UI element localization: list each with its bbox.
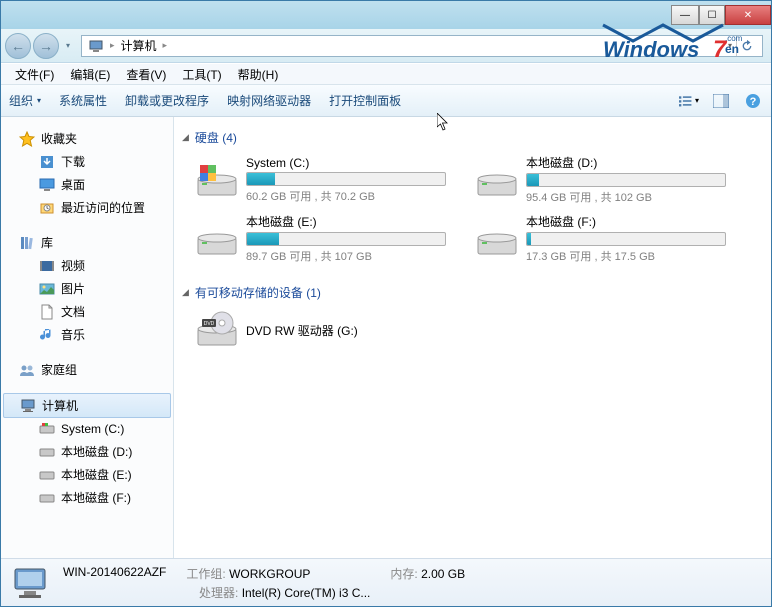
section-removable[interactable]: ◢ 有可移动存储的设备 (1) [182,278,763,307]
toolbar-map-drive[interactable]: 映射网络驱动器 [227,92,311,109]
refresh-button[interactable] [736,36,756,56]
drive-name: DVD RW 驱动器 (G:) [246,322,440,339]
drive-usage-bar [526,232,726,246]
navbar: ← → ▾ ▸ 计算机 ▸ ▾ Windows 7 en .com [1,29,771,63]
hdd-large-icon [196,159,238,201]
hdd-icon [39,421,55,437]
nav-history-dropdown[interactable]: ▾ [61,41,75,50]
toolbar-organize[interactable]: 组织▾ [9,92,41,109]
address-dropdown-icon[interactable]: ▾ [728,41,732,50]
drive-usage-bar [246,232,446,246]
statusbar: WIN-20140622AZF 工作组: WORKGROUP 内存: 2.00 … [1,558,771,606]
toolbar-system-properties[interactable]: 系统属性 [59,92,107,109]
computer-icon [20,398,36,414]
document-icon [39,304,55,320]
sidebar-item-desktop[interactable]: 桌面 [1,173,173,196]
desktop-icon [39,177,55,193]
maximize-button[interactable]: ☐ [699,5,725,25]
close-button[interactable]: ✕ [725,5,771,25]
drive-name: 本地磁盘 (F:) [526,213,726,230]
drive-free-text: 60.2 GB 可用 , 共 70.2 GB [246,188,446,204]
sidebar-item-videos[interactable]: 视频 [1,254,173,277]
sidebar: 收藏夹 下载 桌面 最近访问的位置 库 [1,117,174,558]
drive-item[interactable]: System (C:) 60.2 GB 可用 , 共 70.2 GB [194,152,442,207]
hdd-large-icon [196,218,238,260]
hdd-icon [39,444,55,460]
hdd-icon [39,490,55,506]
sidebar-item-documents[interactable]: 文档 [1,300,173,323]
sidebar-item-drive-c[interactable]: System (C:) [1,418,173,440]
drive-free-text: 89.7 GB 可用 , 共 107 GB [246,248,446,264]
video-icon [39,258,55,274]
sidebar-item-drive-f[interactable]: 本地磁盘 (F:) [1,486,173,509]
menu-help[interactable]: 帮助(H) [232,64,285,85]
library-icon [19,235,35,251]
address-separator: ▸ [161,40,170,51]
recent-icon [39,200,55,216]
sidebar-item-pictures[interactable]: 图片 [1,277,173,300]
address-separator: ▸ [108,40,117,51]
svg-text:?: ? [750,96,757,108]
section-hard-disks[interactable]: ◢ 硬盘 (4) [182,123,763,152]
toolbar-control-panel[interactable]: 打开控制面板 [329,92,401,109]
sidebar-libraries[interactable]: 库 [1,231,173,254]
hdd-icon [39,467,55,483]
back-button[interactable]: ← [5,33,31,59]
sidebar-item-drive-d[interactable]: 本地磁盘 (D:) [1,440,173,463]
drive-item[interactable]: 本地磁盘 (E:) 89.7 GB 可用 , 共 107 GB [194,211,442,266]
status-computer-name: WIN-20140622AZF [63,565,166,582]
drive-name: 本地磁盘 (D:) [526,154,726,171]
main-content: ◢ 硬盘 (4) System (C:) 60.2 GB 可用 , 共 70.2… [174,117,771,558]
minimize-button[interactable]: — [671,5,699,25]
sidebar-item-drive-e[interactable]: 本地磁盘 (E:) [1,463,173,486]
titlebar: — ☐ ✕ [1,1,771,29]
address-computer-icon [84,38,108,54]
hdd-large-icon [476,159,518,201]
address-segment-computer[interactable]: 计算机 [117,37,161,54]
hdd-large-icon [476,218,518,260]
sidebar-homegroup[interactable]: 家庭组 [1,358,173,381]
drive-item[interactable]: DVD DVD RW 驱动器 (G:) [194,307,442,353]
toolbar-uninstall[interactable]: 卸载或更改程序 [125,92,209,109]
star-icon [19,131,35,147]
drive-item[interactable]: 本地磁盘 (D:) 95.4 GB 可用 , 共 102 GB [474,152,722,207]
drive-usage-bar [246,172,446,186]
menu-view[interactable]: 查看(V) [120,64,172,85]
toolbar: 组织▾ 系统属性 卸载或更改程序 映射网络驱动器 打开控制面板 ▾ ? [1,85,771,117]
drive-name: 本地磁盘 (E:) [246,213,446,230]
picture-icon [39,281,55,297]
drive-usage-bar [526,173,726,187]
drive-free-text: 17.3 GB 可用 , 共 17.5 GB [526,248,726,264]
menu-edit[interactable]: 编辑(E) [64,64,116,85]
sidebar-item-music[interactable]: 音乐 [1,323,173,346]
sidebar-item-recent[interactable]: 最近访问的位置 [1,196,173,219]
preview-pane-button[interactable] [711,91,731,111]
sidebar-computer[interactable]: 计算机 [3,393,171,418]
sidebar-item-downloads[interactable]: 下载 [1,150,173,173]
forward-button[interactable]: → [33,33,59,59]
svg-text:DVD: DVD [204,321,215,327]
help-button[interactable]: ? [743,91,763,111]
homegroup-icon [19,362,35,378]
drive-item[interactable]: 本地磁盘 (F:) 17.3 GB 可用 , 共 17.5 GB [474,211,722,266]
sidebar-favorites[interactable]: 收藏夹 [1,127,173,150]
dvd-drive-icon: DVD [196,309,238,351]
menu-tools[interactable]: 工具(T) [176,64,227,85]
drive-free-text: 95.4 GB 可用 , 共 102 GB [526,189,726,205]
collapse-arrow-icon: ◢ [182,132,189,143]
music-icon [39,327,55,343]
window-controls: — ☐ ✕ [671,5,771,25]
menu-file[interactable]: 文件(F) [9,64,60,85]
address-bar[interactable]: ▸ 计算机 ▸ ▾ [81,35,763,57]
drive-name: System (C:) [246,156,446,170]
view-mode-button[interactable]: ▾ [679,91,699,111]
computer-large-icon [9,565,53,601]
collapse-arrow-icon: ◢ [182,287,189,298]
menubar: 文件(F) 编辑(E) 查看(V) 工具(T) 帮助(H) [1,63,771,85]
download-icon [39,154,55,170]
